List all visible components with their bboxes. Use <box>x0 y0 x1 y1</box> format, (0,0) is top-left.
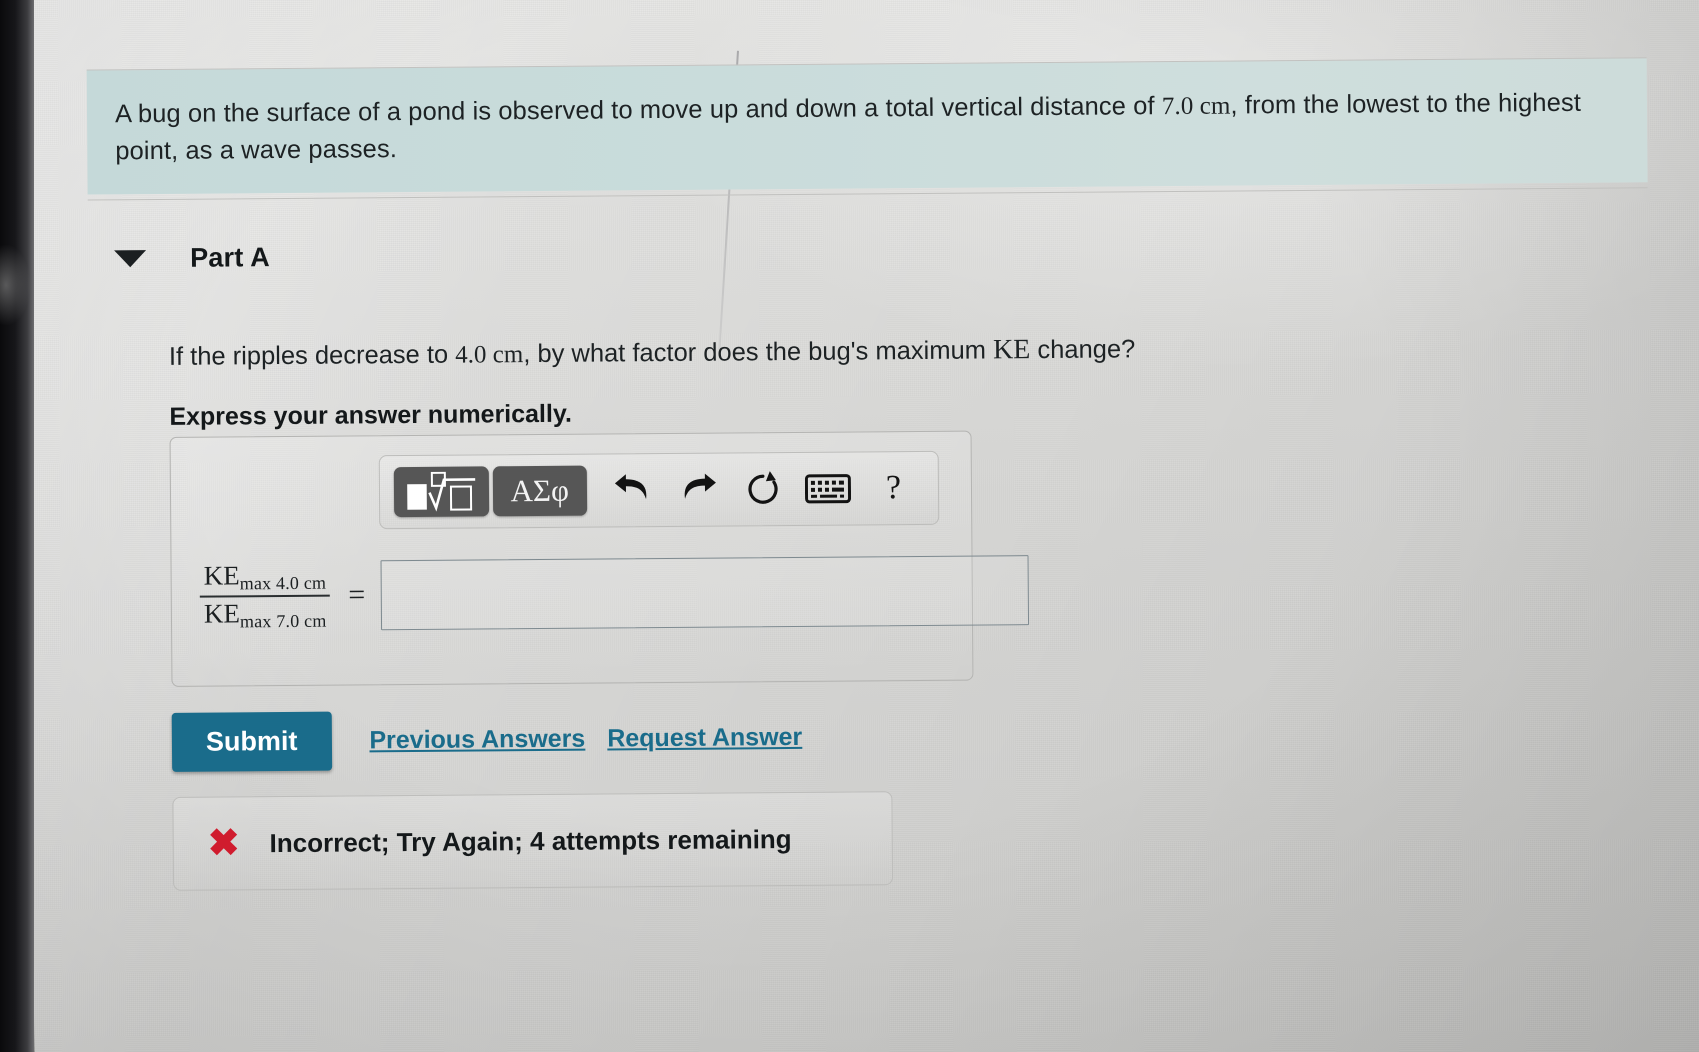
problem-statement-banner: A bug on the surface of a pond is observ… <box>86 57 1648 195</box>
submit-button[interactable]: Submit <box>171 711 332 772</box>
reset-icon[interactable] <box>733 463 794 515</box>
device-bezel-left <box>0 0 34 1052</box>
action-row: Submit Previous Answers Request Answer <box>171 708 803 772</box>
numerator-symbol: KE <box>203 560 240 591</box>
request-answer-link[interactable]: Request Answer <box>607 723 802 754</box>
help-icon[interactable]: ? <box>863 462 924 514</box>
denominator-symbol: KE <box>203 598 241 629</box>
help-label: ? <box>885 469 902 507</box>
ke-ratio-fraction: KEmax 4.0 cm KEmax 7.0 cm <box>199 558 331 634</box>
numerator-subscript: max 4.0 cm <box>239 572 327 594</box>
answer-input[interactable] <box>380 555 1030 631</box>
redo-arrow-glyph <box>685 473 717 499</box>
feedback-panel: ✖ Incorrect; Try Again; 4 attempts remai… <box>172 791 894 891</box>
greek-symbols-label: ΑΣφ <box>510 472 570 509</box>
page-content: A bug on the surface of a pond is observ… <box>26 0 1699 1052</box>
question-text-middle: , by what factor does the bug's maximum <box>523 336 994 369</box>
question-text-suffix: change? <box>1030 335 1136 365</box>
question-ke-symbol: KE <box>992 334 1031 366</box>
triangle-down-icon[interactable] <box>114 250 147 268</box>
problem-statement-text: A bug on the surface of a pond is observ… <box>115 84 1620 170</box>
part-a-title: Part A <box>190 242 270 273</box>
answer-entry-panel: ΑΣφ ? KEmax 4.0 cm KEmax 7.0 cm = <box>169 430 1030 687</box>
problem-text-part1: A bug on the surface of a pond is observ… <box>114 92 1162 129</box>
fraction-denominator: KEmax 7.0 cm <box>200 597 331 634</box>
bezel-reflection <box>0 245 30 325</box>
feedback-message: Incorrect; Try Again; 4 attempts remaini… <box>269 823 792 858</box>
screen-surface: A bug on the surface of a pond is observ… <box>26 0 1699 1052</box>
question-text: If the ripples decrease to 4.0 cm, by wh… <box>169 329 1136 376</box>
template-root-icon <box>407 471 476 512</box>
part-a-header[interactable]: Part A <box>114 242 270 274</box>
photographed-screen: A bug on the surface of a pond is observ… <box>0 0 1699 1052</box>
answer-instruction: Express your answer numerically. <box>169 399 573 431</box>
red-x-icon: ✖ <box>207 822 240 865</box>
redo-icon[interactable] <box>668 463 729 515</box>
problem-distance-value: 7.0 cm <box>1161 92 1231 121</box>
question-text-prefix: If the ripples decrease to <box>168 340 456 371</box>
denominator-subscript: max 7.0 cm <box>239 610 327 632</box>
question-ripple-value: 4.0 cm <box>455 341 524 369</box>
math-toolbar: ΑΣφ ? <box>378 450 940 530</box>
reset-circular-arrow-glyph <box>748 471 778 504</box>
previous-answers-link[interactable]: Previous Answers <box>369 725 585 756</box>
keyboard-glyph <box>805 474 852 504</box>
undo-arrow-glyph <box>615 474 647 500</box>
fraction-numerator: KEmax 4.0 cm <box>199 558 331 598</box>
math-template-button[interactable] <box>393 466 489 518</box>
keyboard-icon[interactable] <box>798 462 859 514</box>
greek-symbols-button[interactable]: ΑΣφ <box>492 465 588 517</box>
answer-expression-row: KEmax 4.0 cm KEmax 7.0 cm = <box>199 553 1030 634</box>
undo-icon[interactable] <box>603 464 664 516</box>
equals-sign: = <box>348 578 366 612</box>
